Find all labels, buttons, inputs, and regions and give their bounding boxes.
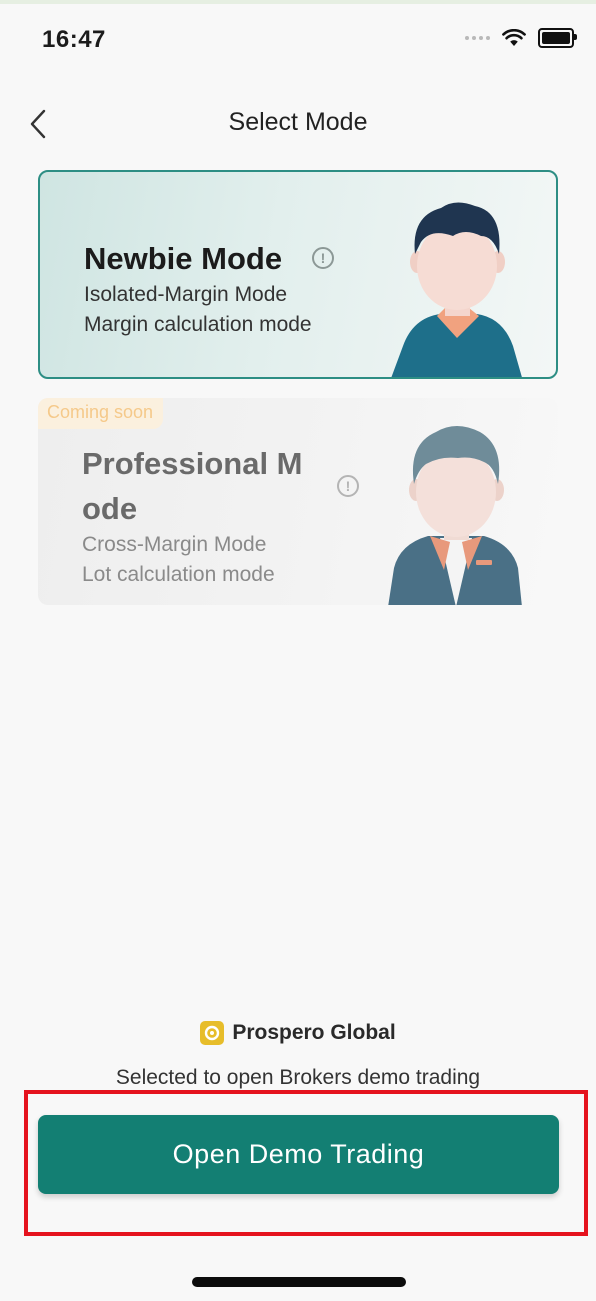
status-time: 16:47 xyxy=(42,26,106,53)
top-strip xyxy=(0,0,596,4)
newbie-mode-title: Newbie Mode xyxy=(84,241,283,276)
professional-mode-margin-type: Cross-Margin Mode xyxy=(82,533,267,556)
cellular-signal-icon xyxy=(465,36,490,40)
battery-icon xyxy=(538,28,577,48)
home-indicator[interactable] xyxy=(192,1277,406,1287)
newbie-avatar-icon xyxy=(391,202,522,377)
professional-avatar-icon xyxy=(388,426,522,605)
broker-caption: Selected to open Brokers demo trading xyxy=(115,1066,481,1089)
broker-name: Prospero Global xyxy=(232,1021,396,1044)
newbie-mode-margin-type: Isolated-Margin Mode xyxy=(84,283,288,306)
professional-mode-title-line2: ode xyxy=(82,491,138,526)
broker-logo-icon xyxy=(200,1021,225,1045)
professional-mode-title-line1: Professional M xyxy=(82,446,303,481)
wifi-icon xyxy=(502,29,526,46)
newbie-info-icon[interactable]: ! xyxy=(312,247,334,269)
status-icons xyxy=(465,28,577,48)
newbie-mode-card[interactable]: Newbie Mode ! Isolated-Margin Mode Margi… xyxy=(38,170,558,379)
broker-row: Prospero Global xyxy=(0,1021,596,1045)
open-demo-trading-button[interactable]: Open Demo Trading xyxy=(38,1115,559,1194)
professional-info-icon[interactable]: ! xyxy=(337,475,359,497)
page-title: Select Mode xyxy=(228,108,368,136)
professional-mode-card: Coming soon Professional M ode ! Cross-M… xyxy=(38,398,558,605)
professional-mode-calculation: Lot calculation mode xyxy=(82,563,275,586)
newbie-mode-calculation: Margin calculation mode xyxy=(84,313,312,336)
coming-soon-badge: Coming soon xyxy=(38,398,164,429)
